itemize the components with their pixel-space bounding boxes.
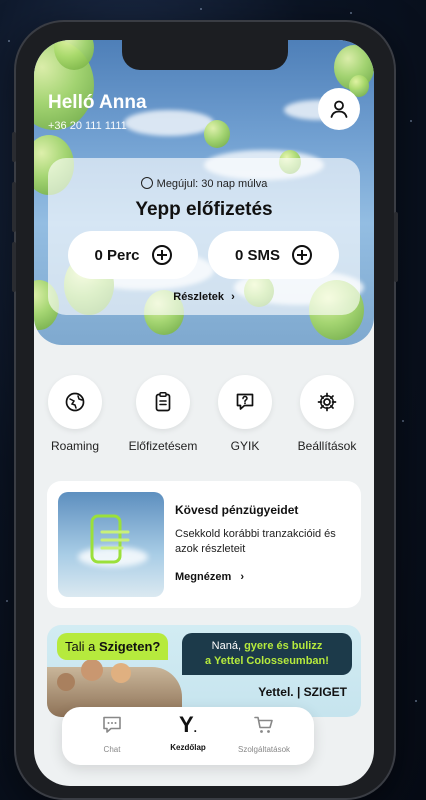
profile-button[interactable]: [318, 88, 360, 130]
promo-title: Kövesd pénzügyeidet: [175, 503, 299, 517]
subscription-label: Előfizetésem: [128, 439, 198, 453]
bottom-tab-bar: Chat Y. Kezdőlap Szolgáltatások: [62, 707, 314, 765]
renewal-text: Megújul: 30 nap múlva: [156, 178, 268, 190]
question-bubble-icon: [236, 393, 254, 410]
refresh-icon: [140, 177, 153, 189]
chevron-right-icon: ›: [240, 571, 244, 583]
tab-services-label: Szolgáltatások: [237, 745, 291, 754]
roaming-label: Roaming: [50, 439, 100, 453]
tab-home[interactable]: Y. Kezdőlap: [148, 712, 228, 753]
settings-button[interactable]: [300, 375, 354, 429]
promo-text: Csekkold korábbi tranzakcióid és azok ré…: [175, 528, 336, 555]
globe-plane-icon: [65, 392, 85, 412]
side-button: [12, 132, 16, 162]
promo-link[interactable]: Megnézem ›: [175, 571, 244, 583]
quick-action-subscription[interactable]: Előfizetésem: [128, 375, 198, 453]
faq-label: GYIK: [230, 439, 260, 453]
banner-question: Tali a Szigeten?: [57, 633, 169, 660]
greeting-title: Helló Anna: [48, 92, 147, 113]
chat-icon: [103, 716, 121, 733]
banner-answer-highlight: gyere és bulizz: [244, 640, 323, 652]
partner-logos: Yettel. | SZIGET: [258, 685, 347, 699]
finance-promo-card[interactable]: Kövesd pénzügyeidet Csekkold korábbi tra…: [47, 481, 361, 608]
banner-answer-start: Naná,: [211, 640, 245, 652]
promo-link-label: Megnézem: [175, 571, 232, 583]
details-label: Részletek: [173, 291, 225, 303]
faq-button[interactable]: [218, 375, 272, 429]
quick-action-faq[interactable]: GYIK: [210, 375, 280, 453]
banner-answer: Naná, gyere és bulizz a Yettel Colosseum…: [182, 633, 352, 675]
sms-value: 0 SMS: [234, 246, 280, 264]
banner-answer-line2: a Yettel Colosseumban!: [205, 655, 329, 667]
chevron-right-icon: ›: [231, 291, 235, 303]
quick-action-settings[interactable]: Beállítások: [292, 375, 362, 453]
tab-home-label: Kezdőlap: [170, 743, 206, 752]
tab-services[interactable]: Szolgáltatások: [224, 714, 304, 754]
tab-chat[interactable]: Chat: [72, 714, 152, 754]
plan-card: Megújul: 30 nap múlva Yepp előfizetés 0 …: [48, 158, 360, 315]
renewal-info: Megújul: 30 nap múlva: [48, 177, 360, 190]
minutes-pill[interactable]: 0 Perc: [68, 231, 198, 279]
yettel-y-icon: Y.: [178, 712, 198, 737]
details-link[interactable]: Részletek ›: [48, 291, 360, 303]
banner-question-highlight: Szigeten?: [98, 639, 161, 654]
side-button: [12, 182, 16, 232]
user-icon: [330, 100, 348, 118]
promo-image: [58, 492, 164, 597]
sziget-banner[interactable]: Tali a Szigeten? Naná, gyere és bulizz a…: [47, 625, 361, 717]
banner-question-prefix: Tali a: [65, 639, 99, 654]
sms-pill[interactable]: 0 SMS: [208, 231, 339, 279]
add-sms-icon[interactable]: [292, 245, 312, 265]
plan-name: Yepp előfizetés: [135, 199, 273, 220]
clipboard-icon: [155, 392, 171, 412]
notch: [122, 40, 288, 70]
cart-icon: [254, 716, 273, 733]
side-button: [12, 242, 16, 292]
app-screen: Helló Anna +36 20 111 1111 Megújul: 30 n…: [34, 40, 374, 786]
tab-chat-label: Chat: [103, 745, 121, 754]
gear-icon: [317, 392, 337, 412]
hero-header: Helló Anna +36 20 111 1111 Megújul: 30 n…: [34, 40, 374, 345]
power-button: [394, 212, 398, 282]
quick-action-roaming[interactable]: Roaming: [40, 375, 110, 453]
minutes-value: 0 Perc: [94, 246, 140, 264]
add-minutes-icon[interactable]: [151, 245, 172, 265]
settings-label: Beállítások: [297, 439, 357, 453]
phone-number: +36 20 111 1111: [48, 120, 127, 132]
subscription-button[interactable]: [136, 375, 190, 429]
phone-receipt-icon: [90, 514, 130, 564]
roaming-button[interactable]: [48, 375, 102, 429]
